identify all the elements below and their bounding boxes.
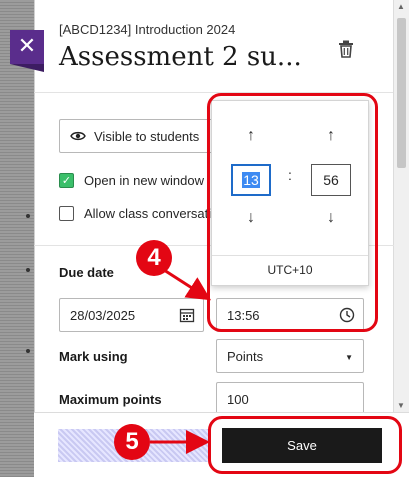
step-badge-4: 4 — [136, 240, 172, 276]
close-panel-button[interactable]: ✕ — [10, 30, 44, 72]
callout-arrow-4 — [163, 268, 212, 301]
close-icon: ✕ — [17, 33, 37, 58]
callout-arrows — [150, 268, 212, 454]
step-badge-5: 5 — [114, 424, 150, 460]
